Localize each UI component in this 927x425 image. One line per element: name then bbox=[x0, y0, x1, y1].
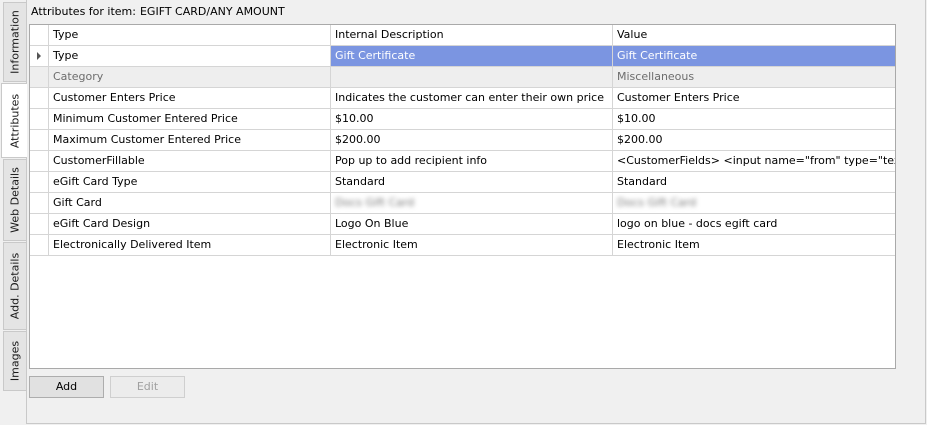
row-selector[interactable] bbox=[30, 130, 49, 151]
cell-internal-description[interactable]: Docs Gift Card bbox=[331, 193, 613, 214]
cell-internal-description[interactable]: Pop up to add recipient info bbox=[331, 151, 613, 172]
row-selector[interactable] bbox=[30, 172, 49, 193]
column-header-value[interactable]: Value bbox=[613, 25, 895, 46]
tab-attributes-label: Attributes bbox=[8, 93, 21, 148]
cell-type[interactable]: Category bbox=[49, 67, 331, 88]
attributes-grid[interactable]: Type Internal Description Value Type Gif… bbox=[29, 24, 896, 369]
cell-internal-description[interactable]: Standard bbox=[331, 172, 613, 193]
table-row[interactable]: Type Gift Certificate Gift Certificate bbox=[30, 46, 895, 67]
vertical-tab-strip: Information Attributes Web Details Add. … bbox=[0, 0, 27, 425]
cell-type[interactable]: Type bbox=[49, 46, 331, 67]
cell-type[interactable]: Gift Card bbox=[49, 193, 331, 214]
cell-type[interactable]: Customer Enters Price bbox=[49, 88, 331, 109]
cell-value[interactable]: Customer Enters Price bbox=[613, 88, 895, 109]
row-selector[interactable] bbox=[30, 46, 49, 67]
table-row[interactable]: CustomerFillable Pop up to add recipient… bbox=[30, 151, 895, 172]
blurred-text: Docs Gift Card bbox=[335, 196, 415, 209]
grid-header-row: Type Internal Description Value bbox=[30, 25, 895, 46]
cell-internal-description[interactable]: $200.00 bbox=[331, 130, 613, 151]
add-button[interactable]: Add bbox=[29, 376, 104, 398]
page-title: Attributes for item: EGIFT CARD/ANY AMOUN… bbox=[31, 5, 285, 18]
table-row[interactable]: Minimum Customer Entered Price $10.00 $1… bbox=[30, 109, 895, 130]
cell-type[interactable]: eGift Card Design bbox=[49, 214, 331, 235]
row-selector[interactable] bbox=[30, 109, 49, 130]
cell-value[interactable]: $10.00 bbox=[613, 109, 895, 130]
cell-internal-description[interactable] bbox=[331, 67, 613, 88]
cell-value[interactable]: Electronic Item bbox=[613, 235, 895, 256]
table-row[interactable]: Maximum Customer Entered Price $200.00 $… bbox=[30, 130, 895, 151]
tab-images[interactable]: Images bbox=[3, 331, 26, 391]
cell-internal-description[interactable]: Indicates the customer can enter their o… bbox=[331, 88, 613, 109]
table-row[interactable]: Customer Enters Price Indicates the cust… bbox=[30, 88, 895, 109]
cell-type[interactable]: Minimum Customer Entered Price bbox=[49, 109, 331, 130]
item-name: EGIFT CARD/ANY AMOUNT bbox=[139, 5, 285, 18]
cell-type[interactable]: CustomerFillable bbox=[49, 151, 331, 172]
blurred-text: Docs Gift Card bbox=[617, 196, 697, 209]
row-selector[interactable] bbox=[30, 193, 49, 214]
tab-web-details-label: Web Details bbox=[8, 167, 22, 233]
cell-internal-description[interactable]: Logo On Blue bbox=[331, 214, 613, 235]
row-selector[interactable] bbox=[30, 214, 49, 235]
tab-images-label: Images bbox=[8, 340, 22, 382]
row-selector[interactable] bbox=[30, 67, 49, 88]
cell-internal-description[interactable]: Gift Certificate bbox=[331, 46, 613, 67]
column-header-type[interactable]: Type bbox=[49, 25, 331, 46]
cell-type[interactable]: Maximum Customer Entered Price bbox=[49, 130, 331, 151]
table-row[interactable]: Gift Card Docs Gift Card Docs Gift Card bbox=[30, 193, 895, 214]
cell-type[interactable]: Electronically Delivered Item bbox=[49, 235, 331, 256]
tab-web-details[interactable]: Web Details bbox=[3, 159, 26, 241]
cell-value[interactable]: Miscellaneous bbox=[613, 67, 895, 88]
tab-add-details[interactable]: Add. Details bbox=[3, 242, 26, 330]
table-row[interactable]: Category Miscellaneous bbox=[30, 67, 895, 88]
table-row[interactable]: Electronically Delivered Item Electronic… bbox=[30, 235, 895, 256]
row-selector[interactable] bbox=[30, 151, 49, 172]
column-header-internal-description[interactable]: Internal Description bbox=[331, 25, 613, 46]
current-row-arrow-icon bbox=[37, 52, 41, 60]
cell-internal-description[interactable]: Electronic Item bbox=[331, 235, 613, 256]
table-row[interactable]: eGift Card Design Logo On Blue logo on b… bbox=[30, 214, 895, 235]
tab-attributes[interactable]: Attributes bbox=[1, 83, 27, 158]
cell-value[interactable]: <CustomerFields> <input name="from" type… bbox=[613, 151, 895, 172]
edit-button[interactable]: Edit bbox=[110, 376, 185, 398]
cell-type[interactable]: eGift Card Type bbox=[49, 172, 331, 193]
title-label: Attributes for item: bbox=[31, 5, 136, 18]
row-selector[interactable] bbox=[30, 88, 49, 109]
cell-value[interactable]: $200.00 bbox=[613, 130, 895, 151]
cell-value[interactable]: Docs Gift Card bbox=[613, 193, 895, 214]
tab-add-details-label: Add. Details bbox=[8, 252, 22, 320]
table-row[interactable]: eGift Card Type Standard Standard bbox=[30, 172, 895, 193]
tab-information-label: Information bbox=[8, 10, 22, 74]
row-selector[interactable] bbox=[30, 235, 49, 256]
cell-value[interactable]: Standard bbox=[613, 172, 895, 193]
cell-internal-description[interactable]: $10.00 bbox=[331, 109, 613, 130]
cell-value[interactable]: Gift Certificate bbox=[613, 46, 895, 67]
cell-value[interactable]: logo on blue - docs egift card bbox=[613, 214, 895, 235]
tab-information[interactable]: Information bbox=[3, 2, 26, 82]
row-header-corner bbox=[30, 25, 49, 46]
